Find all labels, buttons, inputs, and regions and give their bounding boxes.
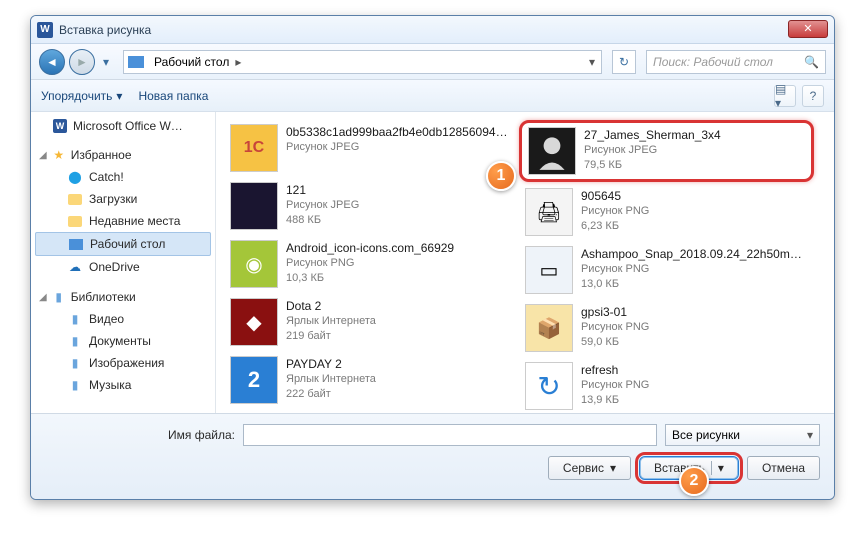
file-list[interactable]: 1C 0b5338c1ad999baa2fb4e0db12856094_2015… <box>216 112 834 442</box>
music-icon: ▮ <box>67 377 83 393</box>
chevron-right-icon[interactable]: ▸ <box>233 55 243 69</box>
file-item[interactable]: 121 Рисунок JPEG 488 КБ <box>224 178 519 234</box>
toolbar: Упорядочить ▾ Новая папка ▤ ▾ ? <box>31 80 834 112</box>
address-dropdown-icon[interactable]: ▾ <box>587 55 597 69</box>
sidebar-item-documents[interactable]: ▮ Документы <box>31 330 215 352</box>
file-thumbnail <box>230 182 278 230</box>
sidebar-item-desktop[interactable]: Рабочий стол <box>35 232 211 256</box>
chevron-down-icon: ▾ <box>116 89 122 103</box>
file-type-filter[interactable]: Все рисунки ▾ <box>665 424 820 446</box>
file-thumbnail: ◉ <box>230 240 278 288</box>
word-icon: W <box>53 119 67 133</box>
file-item[interactable]: ↻ refresh Рисунок PNG 13,9 КБ <box>519 358 814 414</box>
search-icon: 🔍 <box>804 55 819 69</box>
sidebar-item-video[interactable]: ▮ Видео <box>31 308 215 330</box>
footer: Имя файла: Все рисунки ▾ Сервис ▾ Встави… <box>31 413 834 499</box>
folder-icon <box>68 194 82 205</box>
forward-button[interactable]: ► <box>69 49 95 75</box>
file-item[interactable]: 2 PAYDAY 2 Ярлык Интернета 222 байт <box>224 352 519 408</box>
cancel-button[interactable]: Отмена <box>747 456 820 480</box>
chevron-down-icon: ▾ <box>807 428 813 442</box>
file-item[interactable]: ▭ Ashampoo_Snap_2018.09.24_22h50m43s_028… <box>519 242 814 298</box>
titlebar[interactable]: W Вставка рисунка ✕ <box>31 16 834 44</box>
address-bar[interactable]: Рабочий стол ▸ ▾ <box>123 50 602 74</box>
documents-icon: ▮ <box>67 333 83 349</box>
help-button[interactable]: ? <box>802 85 824 107</box>
sidebar-favorites-header[interactable]: ◢ ★ Избранное <box>31 144 215 166</box>
word-icon: W <box>37 22 53 38</box>
sidebar-item-office[interactable]: W Microsoft Office W… <box>31 116 215 136</box>
file-thumbnail: 2 <box>230 356 278 404</box>
star-icon: ★ <box>51 147 67 163</box>
close-button[interactable]: ✕ <box>788 20 828 38</box>
images-icon: ▮ <box>67 355 83 371</box>
folder-icon <box>68 216 82 227</box>
file-thumbnail: ↻ <box>525 362 573 410</box>
annotation-badge-2: 2 <box>679 466 709 496</box>
collapse-icon[interactable]: ◢ <box>39 292 47 303</box>
library-icon: ▮ <box>51 289 67 305</box>
file-item[interactable]: 🖨 905645 Рисунок PNG 6,23 КБ <box>519 184 814 240</box>
sidebar-libraries-header[interactable]: ◢ ▮ Библиотеки <box>31 286 215 308</box>
tools-button[interactable]: Сервис ▾ <box>548 456 631 480</box>
collapse-icon[interactable]: ◢ <box>39 150 47 161</box>
file-item-selected[interactable]: 27_James_Sherman_3x4 Рисунок JPEG 79,5 К… <box>519 120 814 182</box>
cloud-icon: ☁ <box>67 259 83 275</box>
sidebar-item-recent[interactable]: Недавние места <box>31 210 215 232</box>
video-icon: ▮ <box>67 311 83 327</box>
chevron-down-icon[interactable]: ▾ <box>711 461 724 475</box>
sidebar-item-music[interactable]: ▮ Музыка <box>31 374 215 396</box>
sidebar-item-images[interactable]: ▮ Изображения <box>31 352 215 374</box>
organize-button[interactable]: Упорядочить ▾ <box>41 89 122 103</box>
sidebar-item-onedrive[interactable]: ☁ OneDrive <box>31 256 215 278</box>
catch-icon: ⬤ <box>67 169 83 185</box>
insert-picture-dialog: W Вставка рисунка ✕ ◄ ► ▾ Рабочий стол ▸… <box>30 15 835 500</box>
file-thumbnail: 🖨 <box>525 188 573 236</box>
file-item[interactable]: ◆ Dota 2 Ярлык Интернета 219 байт <box>224 294 519 350</box>
search-input[interactable]: Поиск: Рабочий стол 🔍 <box>646 50 826 74</box>
chevron-down-icon: ▾ <box>610 461 616 475</box>
view-options-button[interactable]: ▤ ▾ <box>774 85 796 107</box>
nav-bar: ◄ ► ▾ Рабочий стол ▸ ▾ ↻ Поиск: Рабочий … <box>31 44 834 80</box>
file-item[interactable]: 📦 gpsi3-01 Рисунок PNG 59,0 КБ <box>519 300 814 356</box>
file-item[interactable]: ◉ Android_icon-icons.com_66929 Рисунок P… <box>224 236 519 292</box>
sidebar: W Microsoft Office W… ◢ ★ Избранное ⬤ Ca… <box>31 112 216 442</box>
filename-input[interactable] <box>243 424 657 446</box>
file-thumbnail: ◆ <box>230 298 278 346</box>
search-placeholder: Поиск: Рабочий стол <box>653 55 773 69</box>
file-item[interactable]: 1C 0b5338c1ad999baa2fb4e0db12856094_2015… <box>224 120 519 176</box>
desktop-icon <box>69 239 83 250</box>
file-thumbnail <box>528 127 576 175</box>
annotation-badge-1: 1 <box>486 161 516 191</box>
file-thumbnail: 📦 <box>525 304 573 352</box>
sidebar-item-catch[interactable]: ⬤ Catch! <box>31 166 215 188</box>
sidebar-item-downloads[interactable]: Загрузки <box>31 188 215 210</box>
nav-history-dropdown[interactable]: ▾ <box>99 49 113 75</box>
window-title: Вставка рисунка <box>59 23 151 37</box>
refresh-button[interactable]: ↻ <box>612 50 636 74</box>
breadcrumb[interactable]: Рабочий стол <box>150 55 233 69</box>
file-thumbnail: 1C <box>230 124 278 172</box>
back-button[interactable]: ◄ <box>39 49 65 75</box>
new-folder-button[interactable]: Новая папка <box>138 89 208 103</box>
filename-label: Имя файла: <box>45 428 235 442</box>
file-thumbnail: ▭ <box>525 246 573 294</box>
desktop-icon <box>128 56 144 68</box>
